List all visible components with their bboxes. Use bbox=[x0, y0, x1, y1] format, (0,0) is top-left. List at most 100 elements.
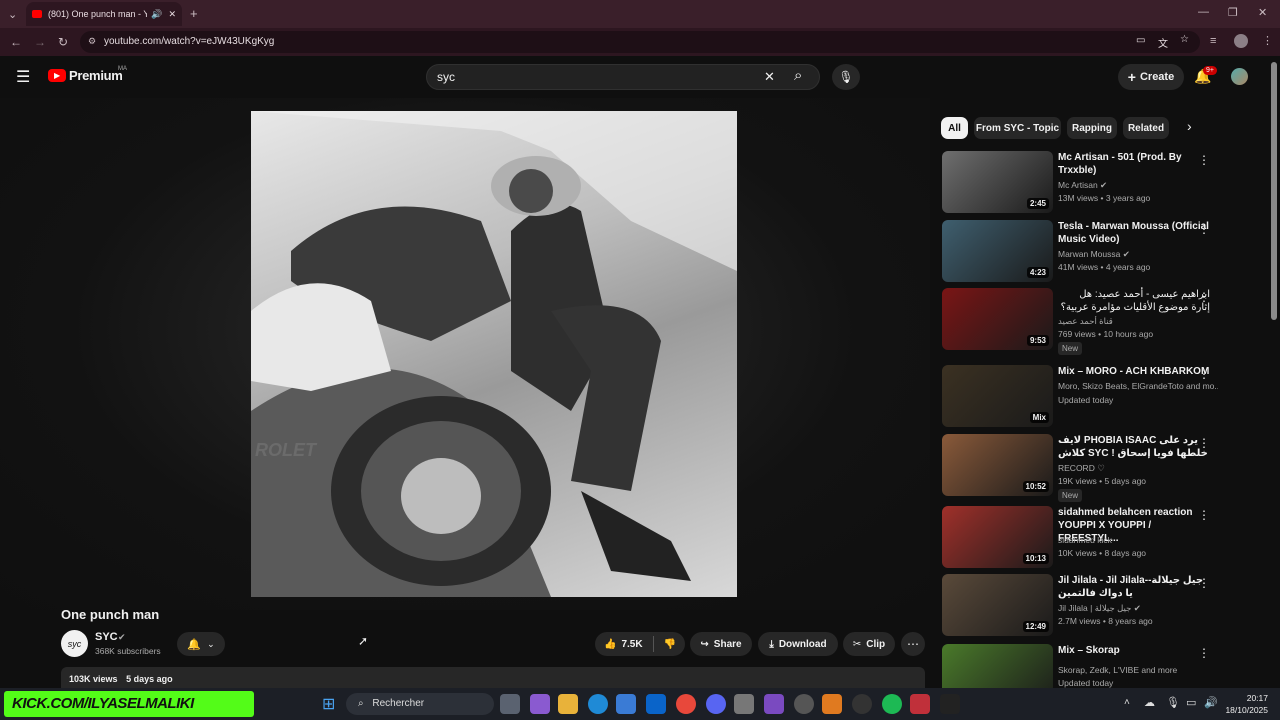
display-icon[interactable]: ▭ bbox=[1186, 696, 1196, 709]
thumbs-up-icon[interactable]: 👍 bbox=[604, 639, 616, 650]
description-box[interactable]: 103K views 5 days ago bbox=[61, 667, 925, 688]
file-explorer-icon[interactable] bbox=[558, 694, 578, 714]
obs-icon[interactable] bbox=[794, 694, 814, 714]
list-item[interactable]: 12:49 Jil Jilala - Jil Jilala-جيل جيلالة… bbox=[942, 574, 1232, 638]
discord-icon[interactable] bbox=[706, 694, 726, 714]
thumbs-down-icon[interactable]: 👎 bbox=[664, 639, 676, 650]
recommendation-title[interactable]: Mc Artisan - 501 (Prod. By Trxxble) bbox=[1058, 151, 1210, 177]
clock-date[interactable]: 18/10/2025 bbox=[1222, 705, 1268, 715]
more-actions-button[interactable]: ⋯ bbox=[901, 632, 925, 656]
clip-button[interactable]: ✂ Clip bbox=[843, 632, 895, 656]
like-count[interactable]: 7.5K bbox=[621, 639, 642, 650]
recommendation-title[interactable]: Tesla - Marwan Moussa (Official Music Vi… bbox=[1058, 220, 1210, 246]
video-thumbnail[interactable]: 10:13 bbox=[942, 506, 1053, 568]
cast-icon[interactable]: ▭ bbox=[1136, 35, 1145, 46]
video-thumbnail[interactable]: 9:53 bbox=[942, 288, 1053, 350]
app-icon[interactable] bbox=[852, 694, 872, 714]
copilot-icon[interactable] bbox=[530, 694, 550, 714]
recommendation-title[interactable]: لايف PHOBIA ISAAC يرد على كلاش SYC ! خلط… bbox=[1058, 434, 1210, 460]
recommendation-title[interactable]: Mix – MORO - ACH KHBARKOM bbox=[1058, 365, 1210, 378]
spotify-icon[interactable] bbox=[882, 694, 902, 714]
clear-search-icon[interactable]: ✕ bbox=[764, 69, 775, 85]
clock-time[interactable]: 20:17 bbox=[1222, 693, 1268, 703]
game-icon[interactable] bbox=[764, 694, 784, 714]
microphone-tray-icon[interactable]: 🎙 bbox=[1166, 696, 1180, 709]
list-item[interactable]: Mix – Skorap Skorap, Zedk, L'VIBE and mo… bbox=[942, 644, 1232, 688]
browser-tab[interactable]: (801) One punch man - You 🔊 ✕ bbox=[26, 2, 182, 26]
chip-related[interactable]: Related bbox=[1123, 117, 1169, 139]
recommendation-channel[interactable]: Skorap, Zedk, L'VIBE and more bbox=[1058, 665, 1218, 675]
more-vertical-icon[interactable]: ⋮ bbox=[1198, 290, 1210, 304]
browser-menu-icon[interactable]: ⋮ bbox=[1262, 34, 1273, 47]
recommendation-channel[interactable]: sidahmed kick bbox=[1058, 535, 1218, 545]
back-icon[interactable]: ← bbox=[10, 35, 22, 49]
recommendation-title[interactable]: Mix – Skorap bbox=[1058, 644, 1210, 657]
taskbar-search[interactable]: ⌕ Rechercher bbox=[346, 693, 494, 715]
search-input[interactable]: syc ✕ ⌕ bbox=[426, 64, 820, 90]
window-close-icon[interactable]: ✕ bbox=[1258, 6, 1267, 19]
page-scrollbar[interactable] bbox=[1271, 62, 1277, 320]
app-icon[interactable] bbox=[822, 694, 842, 714]
list-item[interactable]: Mix Mix – MORO - ACH KHBARKOM Moro, Skiz… bbox=[942, 365, 1232, 429]
voice-search-button[interactable]: 🎙 bbox=[832, 64, 860, 90]
list-item[interactable]: 9:53 ابراهيم عيسى - أحمد عصيد: هل إثارة … bbox=[942, 288, 1232, 358]
app-icon[interactable] bbox=[910, 694, 930, 714]
forward-icon[interactable]: → bbox=[34, 35, 46, 49]
translate-icon[interactable]: 文 bbox=[1158, 35, 1168, 50]
download-button[interactable]: ⤓ Download bbox=[758, 632, 838, 656]
speaker-icon[interactable]: 🔊 bbox=[151, 9, 162, 20]
tab-close-icon[interactable]: ✕ bbox=[168, 9, 176, 20]
recommendation-channel[interactable]: Mc Artisan ✔ bbox=[1058, 180, 1218, 191]
chip-from-syc-topic[interactable]: From SYC - Topic bbox=[974, 117, 1061, 139]
bookmark-star-icon[interactable]: ☆ bbox=[1180, 34, 1189, 45]
restore-icon[interactable]: ❐ bbox=[1228, 6, 1238, 19]
account-avatar[interactable] bbox=[1231, 68, 1248, 85]
chrome-icon[interactable] bbox=[676, 694, 696, 714]
video-thumbnail[interactable]: Mix bbox=[942, 365, 1053, 427]
create-button[interactable]: + Create bbox=[1118, 64, 1184, 90]
more-vertical-icon[interactable]: ⋮ bbox=[1198, 222, 1210, 236]
task-view-icon[interactable] bbox=[500, 694, 520, 714]
profile-avatar[interactable] bbox=[1234, 34, 1248, 48]
reload-icon[interactable]: ↻ bbox=[58, 35, 68, 49]
edge-icon[interactable] bbox=[588, 694, 608, 714]
recommendation-channel[interactable]: Moro, Skizo Beats, ElGrandeToto and mo..… bbox=[1058, 381, 1218, 391]
list-item[interactable]: 10:13 sidahmed belahcen reaction YOUPPI … bbox=[942, 506, 1232, 570]
site-info-icon[interactable]: ⚙ bbox=[88, 36, 96, 47]
share-button[interactable]: ↪ Share bbox=[690, 632, 752, 656]
video-frame[interactable]: ROLET bbox=[251, 111, 737, 597]
recommendation-title[interactable]: Jil Jilala - Jil Jilala-جيل جيلالة-يا دو… bbox=[1058, 574, 1210, 600]
more-vertical-icon[interactable]: ⋮ bbox=[1198, 576, 1210, 590]
list-item[interactable]: 2:45 Mc Artisan - 501 (Prod. By Trxxble)… bbox=[942, 151, 1232, 215]
more-vertical-icon[interactable]: ⋮ bbox=[1198, 646, 1210, 660]
cloud-icon[interactable]: ☁ bbox=[1144, 696, 1155, 709]
list-item[interactable]: 4:23 Tesla - Marwan Moussa (Official Mus… bbox=[942, 220, 1232, 284]
video-thumbnail[interactable] bbox=[942, 644, 1053, 688]
list-item[interactable]: 10:52 لايف PHOBIA ISAAC يرد على كلاش SYC… bbox=[942, 434, 1232, 504]
search-icon[interactable]: ⌕ bbox=[794, 67, 802, 84]
url-field[interactable]: ⚙ youtube.com/watch?v=eJW43UKgKyg ▭ 文 ☆ bbox=[80, 31, 1200, 53]
app-icon[interactable] bbox=[940, 694, 960, 714]
chevron-right-icon[interactable]: › bbox=[1187, 118, 1192, 134]
recommendation-title[interactable]: ابراهيم عيسى - أحمد عصيد: هل إثارة موضوع… bbox=[1058, 288, 1210, 314]
video-thumbnail[interactable]: 4:23 bbox=[942, 220, 1053, 282]
minimize-icon[interactable]: — bbox=[1198, 6, 1209, 18]
youtube-logo-icon[interactable]: ▶ bbox=[48, 69, 66, 82]
video-thumbnail[interactable]: 10:52 bbox=[942, 434, 1053, 496]
subscription-bell-button[interactable]: 🔔 ⌄ bbox=[177, 632, 225, 656]
app-icon[interactable] bbox=[734, 694, 754, 714]
reading-list-icon[interactable]: ≡ bbox=[1210, 35, 1216, 47]
recommendation-channel[interactable]: Marwan Moussa ✔ bbox=[1058, 249, 1218, 260]
new-tab-icon[interactable]: + bbox=[190, 6, 198, 21]
hamburger-menu-icon[interactable]: ☰ bbox=[16, 67, 30, 87]
more-vertical-icon[interactable]: ⋮ bbox=[1198, 367, 1210, 381]
more-vertical-icon[interactable]: ⋮ bbox=[1198, 508, 1210, 522]
store-icon[interactable] bbox=[616, 694, 636, 714]
logo-text[interactable]: Premium bbox=[69, 68, 123, 83]
tab-menu-icon[interactable]: ⌄ bbox=[8, 8, 17, 21]
tray-chevron-icon[interactable]: ˄ bbox=[1124, 697, 1130, 708]
channel-avatar[interactable]: syc bbox=[61, 630, 88, 657]
volume-icon[interactable]: 🔊 bbox=[1204, 696, 1218, 709]
outlook-icon[interactable] bbox=[646, 694, 666, 714]
recommendation-channel[interactable]: RECORD ♡ bbox=[1058, 463, 1218, 474]
